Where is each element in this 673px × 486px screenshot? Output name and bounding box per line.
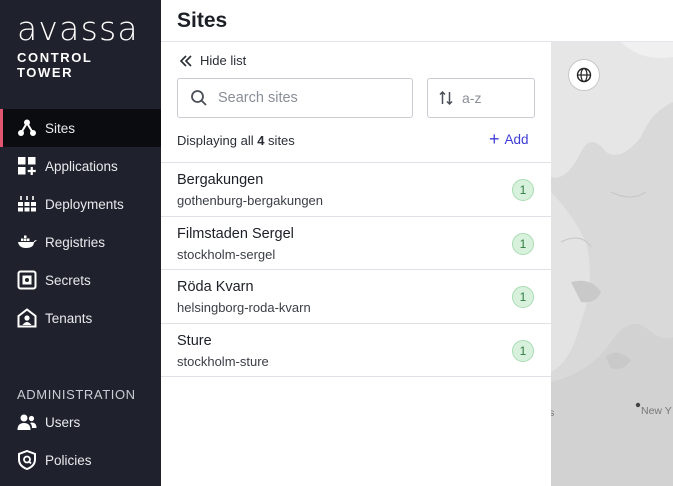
site-count-suffix: sites	[264, 133, 295, 148]
site-name: Bergakungen	[177, 172, 264, 188]
site-count-badge: 1	[512, 179, 534, 201]
site-count-prefix: Displaying all	[177, 133, 258, 148]
map-view[interactable]: s New Y	[551, 42, 673, 486]
site-id: stockholm-sergel	[177, 246, 276, 262]
double-chevron-left-icon	[179, 54, 192, 67]
globe-button[interactable]	[568, 59, 600, 91]
search-icon	[191, 90, 207, 106]
map-label: New Y	[641, 405, 672, 417]
sidebar-item-label: Secrets	[45, 272, 91, 288]
sidebar-item-tenants[interactable]: Tenants	[0, 299, 161, 337]
sidebar-item-secrets[interactable]: Secrets	[0, 261, 161, 299]
site-id: helsingborg-roda-kvarn	[177, 300, 311, 315]
sort-select[interactable]: a-z	[427, 78, 535, 118]
deployments-icon	[17, 194, 37, 214]
search-input[interactable]	[218, 90, 398, 106]
sidebar-item-policies[interactable]: Policies	[0, 441, 161, 479]
search-box[interactable]	[177, 78, 413, 118]
site-list-panel: Hide list a-z Displaying all 4 sites + A…	[161, 42, 551, 486]
site-list: Bergakungen gothenburg-bergakungen 1 Fil…	[161, 162, 551, 377]
tenants-icon	[17, 308, 37, 328]
site-row[interactable]: Röda Kvarn helsingborg-roda-kvarn 1	[161, 270, 551, 324]
brand-logo[interactable]: avassa CONTROL TOWER	[17, 9, 147, 80]
brand-subtitle: CONTROL TOWER	[17, 50, 93, 80]
sidebar-item-registries[interactable]: Registries	[0, 223, 161, 261]
site-row[interactable]: Sture stockholm-sture 1	[161, 324, 551, 377]
site-id: gothenburg-bergakungen	[177, 193, 324, 208]
secrets-icon	[17, 270, 37, 290]
sites-icon	[17, 118, 37, 138]
page-header: Sites	[161, 0, 673, 42]
brand-wordmark: avassa	[17, 9, 139, 48]
site-count-text: Displaying all 4 sites	[177, 133, 295, 148]
site-name: Sture	[177, 332, 212, 349]
sidebar-item-sites[interactable]: Sites	[0, 109, 161, 147]
add-site-button[interactable]: + Add	[489, 129, 529, 149]
map-label: s	[551, 407, 555, 419]
admin-nav: Users Policies	[0, 403, 161, 479]
site-id: stockholm-sture	[177, 353, 269, 369]
globe-icon	[576, 67, 592, 83]
hide-list-label: Hide list	[200, 53, 247, 68]
sort-icon	[439, 90, 453, 106]
sidebar-item-label: Applications	[45, 158, 118, 174]
sidebar-item-users[interactable]: Users	[0, 403, 161, 441]
sidebar-item-applications[interactable]: Applications	[0, 147, 161, 185]
sidebar-item-label: Users	[45, 414, 81, 430]
sidebar-item-label: Tenants	[45, 310, 93, 326]
hide-list-button[interactable]: Hide list	[179, 53, 246, 68]
registries-icon	[17, 232, 37, 252]
page-title: Sites	[177, 9, 228, 32]
map-terrain	[551, 42, 673, 486]
users-icon	[17, 412, 37, 432]
site-name: Röda Kvarn	[177, 279, 254, 295]
policies-icon	[17, 450, 37, 470]
site-name: Filmstaden Sergel	[177, 225, 294, 242]
site-row[interactable]: Bergakungen gothenburg-bergakungen 1	[161, 163, 551, 217]
site-row[interactable]: Filmstaden Sergel stockholm-sergel 1	[161, 217, 551, 270]
site-count-badge: 1	[512, 339, 534, 362]
add-site-label: Add	[504, 131, 529, 147]
sidebar: avassa CONTROL TOWER Sites Applications …	[0, 0, 161, 486]
sidebar-item-label: Policies	[45, 452, 92, 468]
sidebar-item-label: Registries	[45, 234, 106, 250]
sort-value: a-z	[462, 90, 482, 106]
sidebar-item-label: Deployments	[45, 196, 124, 212]
main-nav: Sites Applications Deployments Registrie…	[0, 109, 161, 337]
sidebar-item-deployments[interactable]: Deployments	[0, 185, 161, 223]
site-count-badge: 1	[512, 232, 534, 255]
plus-icon: +	[489, 129, 500, 149]
site-count-badge: 1	[512, 286, 534, 308]
sidebar-item-label: Sites	[45, 120, 76, 136]
admin-heading: ADMINISTRATION	[17, 387, 136, 402]
applications-icon	[17, 156, 37, 176]
